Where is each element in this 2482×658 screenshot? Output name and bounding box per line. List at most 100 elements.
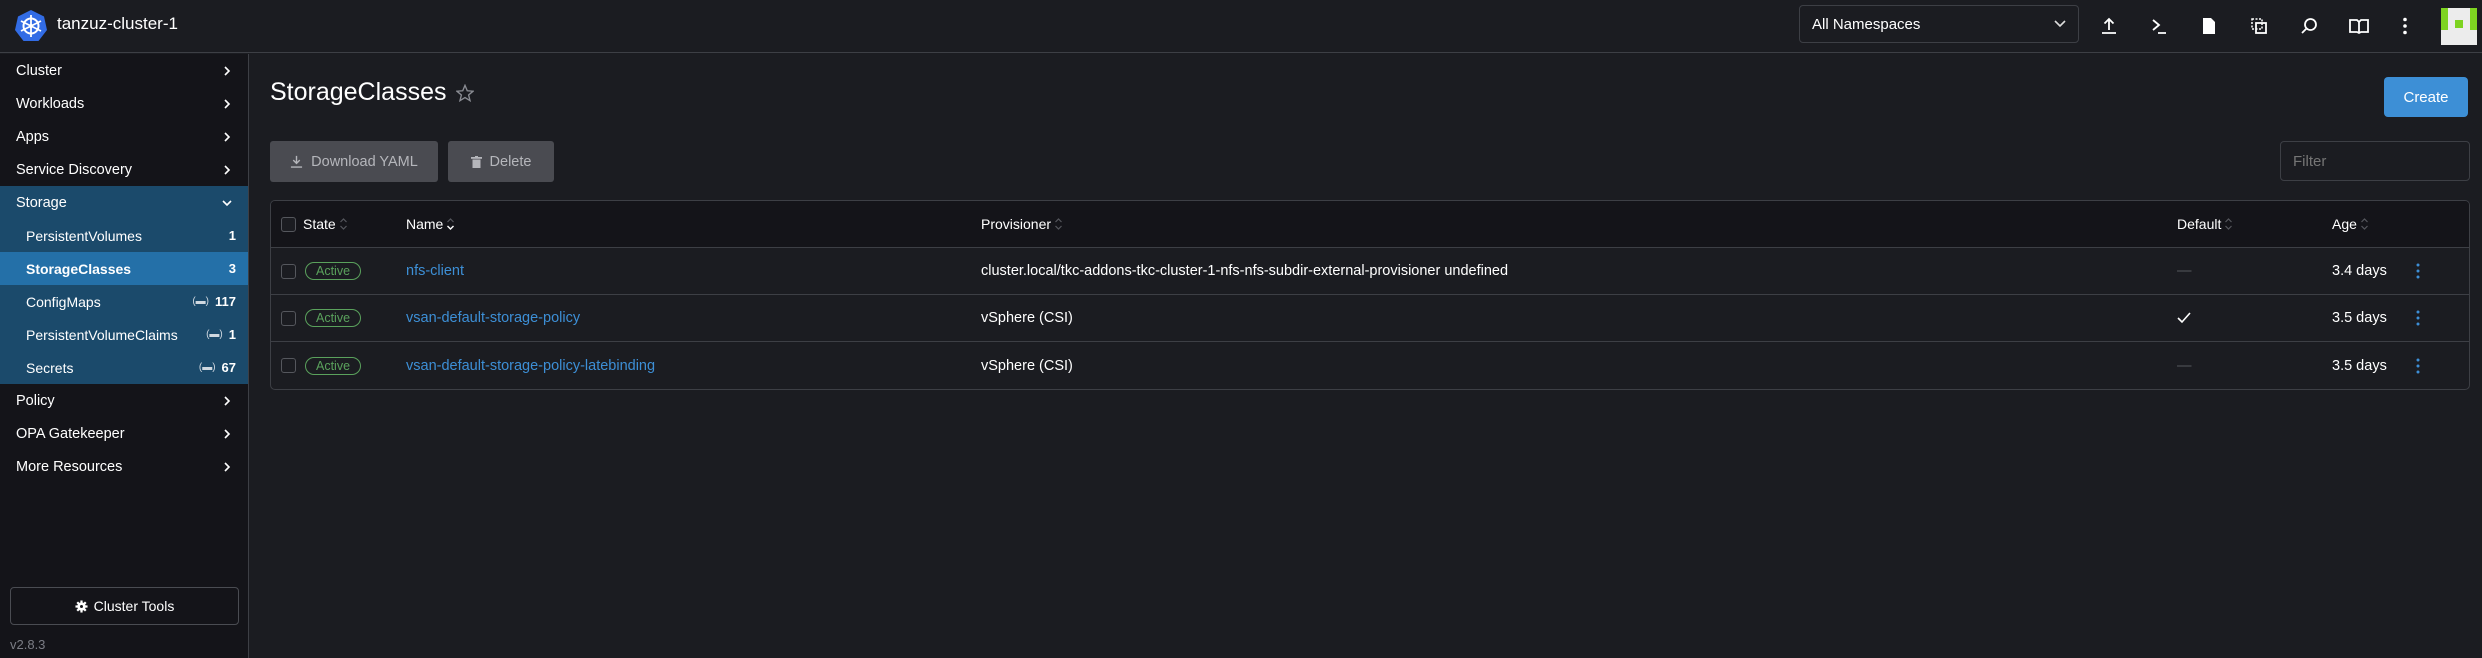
chevron-right-icon <box>224 65 231 76</box>
upload-icon <box>2102 17 2116 34</box>
storageclass-link[interactable]: nfs-client <box>406 263 464 279</box>
sort-icon <box>1055 218 1062 230</box>
column-default[interactable]: Default <box>2177 216 2233 232</box>
column-name[interactable]: Name <box>406 216 455 232</box>
docs-button[interactable] <box>2343 10 2375 42</box>
sort-down-icon <box>447 218 455 230</box>
download-icon <box>291 155 303 168</box>
resource-count: 1 <box>228 228 236 243</box>
cluster-name: tanzuz-cluster-1 <box>57 14 178 33</box>
status-badge: Active <box>305 356 362 375</box>
chevron-right-icon <box>224 395 231 406</box>
age-value: 3.4 days <box>2332 263 2387 279</box>
table-row[interactable]: Active nfs-client cluster.local/tkc-addo… <box>271 248 2469 295</box>
sidebar-item-more-resources[interactable]: More Resources <box>0 450 248 483</box>
trash-icon <box>470 155 482 168</box>
default-empty-icon: — <box>2177 263 2192 279</box>
sidebar-item-cluster[interactable]: Cluster <box>0 54 248 87</box>
gear-icon <box>75 599 88 613</box>
provisioner-value: vSphere (CSI) <box>981 357 1073 374</box>
resource-count: 67 <box>221 360 236 375</box>
provisioner-value: cluster.local/tkc-addons-tkc-cluster-1-n… <box>981 263 1509 279</box>
version-label: v2.8.3 <box>10 637 46 652</box>
sidebar-item-storage[interactable]: Storage <box>0 186 248 219</box>
chevron-right-icon <box>224 428 231 439</box>
storageclass-link[interactable]: vsan-default-storage-policy <box>406 310 580 326</box>
more-actions-button[interactable] <box>2389 10 2421 42</box>
table-header: State Name Provisioner Default Age <box>271 201 2469 248</box>
status-badge: Active <box>305 262 362 280</box>
sidebar-item-secrets[interactable]: Secrets (▬) 67 <box>0 351 248 384</box>
search-icon <box>2301 18 2317 34</box>
table-row[interactable]: Active vsan-default-storage-policy-lateb… <box>271 342 2469 389</box>
namespaced-icon: (▬) <box>206 329 223 340</box>
namespace-select[interactable]: All Namespaces <box>1799 5 2079 43</box>
sidebar-item-service-discovery[interactable]: Service Discovery <box>0 153 248 186</box>
storageclasses-table: State Name Provisioner Default Age Activ… <box>270 200 2470 390</box>
filter-input[interactable] <box>2280 141 2470 181</box>
sort-icon <box>2360 218 2368 230</box>
chevron-right-icon <box>224 164 231 175</box>
storageclass-link[interactable]: vsan-default-storage-policy-latebinding <box>406 358 655 374</box>
sidebar-item-persistentvolumes[interactable]: PersistentVolumes 1 <box>0 219 248 252</box>
sidebar-item-configmaps[interactable]: ConfigMaps (▬) 117 <box>0 285 248 318</box>
more-icon <box>2403 17 2407 35</box>
provisioner-value: vSphere (CSI) <box>981 310 1073 326</box>
namespaced-icon: (▬) <box>192 296 210 307</box>
sidebar-item-policy[interactable]: Policy <box>0 384 248 417</box>
copy-kubeconfig-icon <box>2251 18 2267 34</box>
default-empty-icon: — <box>2177 357 2192 374</box>
resource-count: 117 <box>215 294 236 309</box>
row-checkbox[interactable] <box>281 310 296 326</box>
kubernetes-logo-icon[interactable] <box>14 9 48 43</box>
terminal-icon <box>2152 19 2166 34</box>
status-badge: Active <box>305 309 362 327</box>
sort-icon <box>339 218 347 230</box>
star-icon[interactable] <box>456 83 475 102</box>
row-checkbox[interactable] <box>281 358 296 373</box>
namespaced-icon: (▬) <box>198 362 216 373</box>
row-actions-icon[interactable] <box>2415 310 2421 326</box>
sidebar-item-apps[interactable]: Apps <box>0 120 248 153</box>
chevron-down-icon <box>2054 20 2066 28</box>
top-header: tanzuz-cluster-1 All Namespaces <box>0 0 2482 53</box>
row-actions-icon[interactable] <box>2415 358 2421 374</box>
resource-search-button[interactable] <box>2293 10 2325 42</box>
page-title: StorageClasses <box>270 78 447 106</box>
download-yaml-button[interactable]: Download YAML <box>270 141 438 182</box>
column-age[interactable]: Age <box>2332 216 2369 232</box>
chevron-right-icon <box>224 98 231 109</box>
main-content: StorageClasses Create Download YAML Dele… <box>250 54 2482 658</box>
age-value: 3.5 days <box>2332 310 2387 326</box>
copy-kubeconfig-button[interactable] <box>2243 10 2275 42</box>
sidebar-item-persistentvolumeclaims[interactable]: PersistentVolumeClaims (▬) 1 <box>0 318 248 351</box>
chevron-down-icon <box>222 199 232 206</box>
select-all-checkbox[interactable] <box>281 216 296 232</box>
sort-icon <box>2225 218 2233 230</box>
import-yaml-button[interactable] <box>2093 10 2125 42</box>
namespace-select-value: All Namespaces <box>1812 15 1921 33</box>
row-checkbox[interactable] <box>281 263 296 279</box>
sidebar-item-opa-gatekeeper[interactable]: OPA Gatekeeper <box>0 417 248 450</box>
checkmark-icon <box>2177 312 2191 324</box>
kubectl-shell-button[interactable] <box>2143 10 2175 42</box>
cluster-tools-button[interactable]: Cluster Tools <box>10 587 239 625</box>
file-icon <box>2203 18 2215 34</box>
row-actions-icon[interactable] <box>2415 263 2421 279</box>
user-avatar[interactable] <box>2441 8 2477 45</box>
sidebar: Cluster Workloads Apps Service Discovery… <box>0 54 249 658</box>
age-value: 3.5 days <box>2332 357 2387 374</box>
create-button[interactable]: Create <box>2384 77 2468 117</box>
chevron-right-icon <box>224 131 231 142</box>
sidebar-item-storageclasses[interactable]: StorageClasses 3 <box>0 252 248 285</box>
column-provisioner[interactable]: Provisioner <box>981 216 1063 232</box>
resource-count: 1 <box>228 327 236 342</box>
delete-button[interactable]: Delete <box>448 141 554 182</box>
table-row[interactable]: Active vsan-default-storage-policy vSphe… <box>271 295 2469 342</box>
column-state[interactable]: State <box>303 216 348 232</box>
sidebar-item-workloads[interactable]: Workloads <box>0 87 248 120</box>
book-icon <box>2349 19 2369 34</box>
download-kubeconfig-button[interactable] <box>2193 10 2225 42</box>
resource-count: 3 <box>228 261 236 276</box>
chevron-right-icon <box>224 461 231 472</box>
